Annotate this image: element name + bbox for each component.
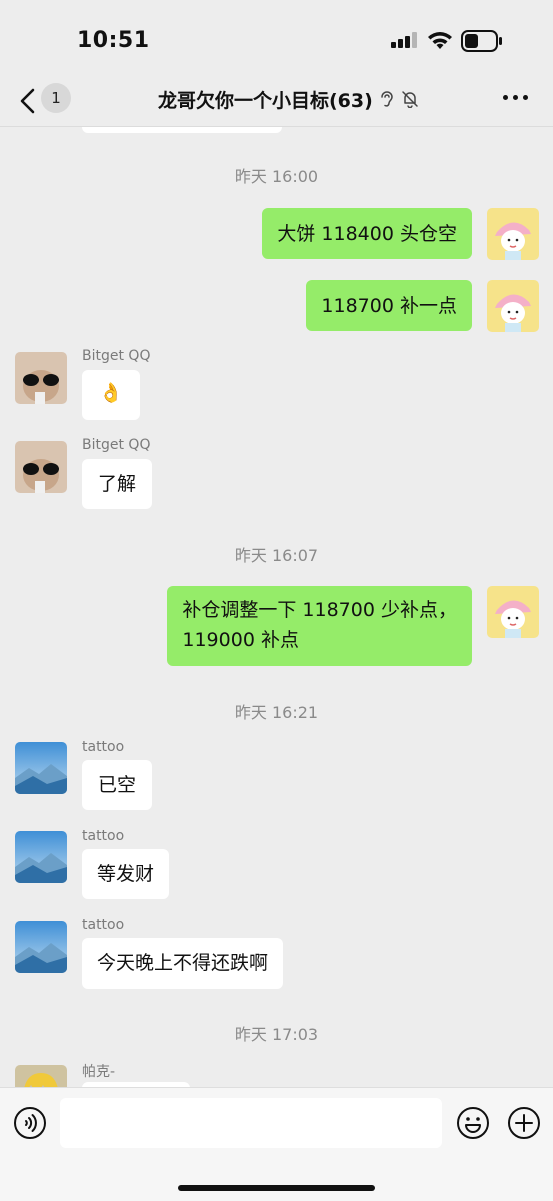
sunglasses-avatar [15,441,67,493]
sender-avatar[interactable] [15,441,67,493]
message-bubble-mine[interactable]: 118700 补一点 [306,280,472,331]
pink-hat-cartoon-avatar [487,280,539,332]
message-bubble-theirs[interactable]: 等发财 [82,849,170,899]
input-bar [0,1087,553,1201]
unread-count-badge[interactable]: 1 [41,83,71,113]
sender-avatar[interactable] [15,352,67,404]
sender-name: tattoo [82,739,125,755]
message-bubble-theirs[interactable]: 已空 [82,760,153,810]
mountain-avatar [15,921,67,973]
emoji-icon[interactable] [456,1106,490,1140]
sender-name: tattoo [82,828,125,844]
plus-icon[interactable] [507,1106,541,1140]
blonde-anime-avatar [15,1065,67,1087]
message-bubble-theirs[interactable]: 今天晚上不得还跌啊 [82,938,284,989]
sender-avatar[interactable] [15,742,67,794]
message-bubble-partial [82,127,282,133]
more-dot [523,95,528,100]
message-input[interactable] [60,1098,442,1148]
status-time: 10:51 [77,28,150,53]
cellular-signal-icon [391,32,417,48]
sunglasses-avatar [15,352,67,404]
chat-title: 龙哥欠你一个小目标(63) [158,89,373,112]
time-divider: 昨天 16:07 [234,546,319,565]
my-avatar[interactable] [487,208,539,260]
status-bar: 10:51 [0,0,553,78]
mountain-avatar [15,742,67,794]
voice-icon[interactable] [13,1106,47,1140]
pink-hat-cartoon-avatar [487,586,539,638]
sender-avatar[interactable] [15,1065,67,1087]
message-line: 补仓调整一下 118700 少补点， [182,599,457,621]
message-bubble-mine[interactable]: 补仓调整一下 118700 少补点， 119000 补点 [167,586,472,666]
mountain-avatar [15,831,67,883]
more-options-button[interactable] [503,95,531,103]
chat-title-group[interactable]: 龙哥欠你一个小目标(63) [158,86,419,112]
ear-icon [381,91,393,107]
sender-name: tattoo [82,917,125,933]
pink-hat-cartoon-avatar [487,208,539,260]
sender-avatar[interactable] [15,831,67,883]
time-divider: 昨天 17:03 [234,1025,319,1044]
message-bubble-mine[interactable]: 大饼 118400 头仓空 [262,208,472,259]
mute-bell-icon [402,91,418,108]
my-avatar[interactable] [487,586,539,638]
sender-name: Bitget QQ [82,437,151,453]
battery-icon [461,30,502,52]
message-bubble-theirs[interactable]: 了解 [82,459,153,509]
back-chevron-icon[interactable] [14,84,42,118]
more-dots-icon [503,95,508,100]
message-list[interactable]: 昨天 16:00 大饼 118400 头仓空 118700 补一点 Bitget… [0,127,553,1087]
sender-name: 帕克- [82,1064,116,1080]
home-indicator[interactable] [178,1185,375,1191]
more-dot [513,95,518,100]
time-divider: 昨天 16:21 [234,703,319,722]
time-divider: 昨天 16:00 [234,167,319,186]
sender-avatar[interactable] [15,921,67,973]
message-bubble-theirs[interactable]: 👌 [82,370,140,420]
wifi-icon [428,32,452,49]
my-avatar[interactable] [487,280,539,332]
sender-name: Bitget QQ [82,348,151,364]
message-line: 119000 补点 [182,629,299,651]
